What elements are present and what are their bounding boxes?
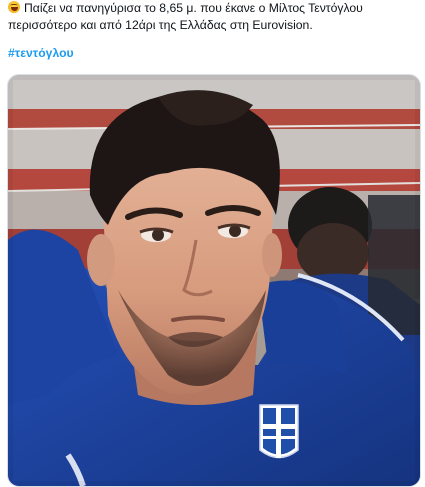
hashtag-link[interactable]: #τεντόγλου — [8, 46, 74, 60]
tweet-text-line-2: περισσότερο και από 12άρι της Ελλάδας στ… — [8, 18, 313, 32]
greek-crest-icon — [259, 404, 299, 459]
tweet-card: Παίζει να πανηγύρισα το 8,65 μ. που έκαν… — [0, 0, 425, 487]
laughing-face-icon — [8, 1, 20, 13]
tweet-text-line-1: Παίζει να πανηγύρισα το 8,65 μ. που έκαν… — [24, 1, 363, 15]
photo-image — [8, 75, 420, 486]
tweet-text: Παίζει να πανηγύρισα το 8,65 μ. που έκαν… — [8, 0, 420, 34]
tweet-photo[interactable] — [7, 74, 421, 487]
